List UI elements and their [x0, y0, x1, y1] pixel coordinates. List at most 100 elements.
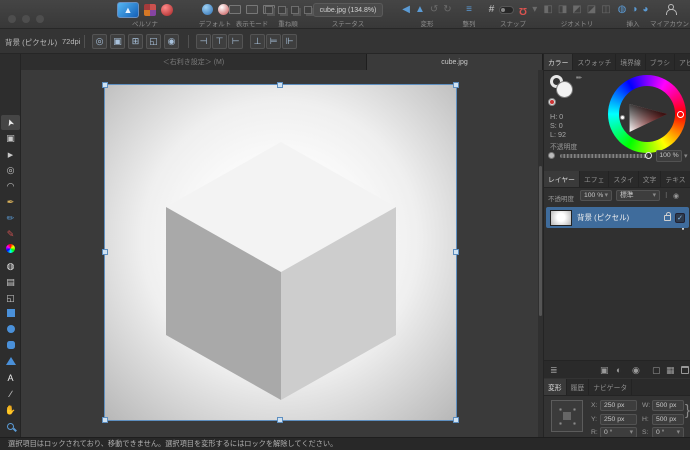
pen-tool[interactable]: ✒	[1, 195, 20, 210]
snap-options-chevron-icon[interactable]: ▾	[532, 4, 537, 16]
document-tab-secondary[interactable]: ＜右利き設定＞ (M)	[21, 54, 367, 70]
vertical-scrollbar-thumb[interactable]	[539, 166, 542, 316]
tab-color[interactable]: カラー	[544, 54, 574, 70]
my-account-icon[interactable]	[665, 4, 677, 15]
flip-horizontal-icon[interactable]: ◀	[402, 4, 410, 16]
rectangle-tool[interactable]	[1, 307, 20, 322]
saturation-triangle[interactable]	[619, 86, 675, 142]
opacity-stepper-icon[interactable]: ▾	[684, 152, 688, 160]
view-tool[interactable]: ✋	[1, 403, 20, 418]
new-layer-icon[interactable]: ▢	[652, 364, 661, 376]
geometry-divide-icon[interactable]: ◪	[587, 4, 596, 16]
tab-swatches[interactable]: スウォッチ	[573, 54, 617, 70]
show-bounds-button[interactable]: ▣	[110, 34, 125, 49]
tab-stroke[interactable]: 境界線	[616, 54, 646, 70]
magnet-icon[interactable]: Ω	[519, 5, 527, 16]
opacity-value-box[interactable]: 100 %	[656, 150, 682, 162]
geometry-intersect-icon[interactable]: ◩	[572, 4, 581, 16]
designer-persona-icon[interactable]: ▲	[117, 1, 139, 18]
transform-objects-separately-button[interactable]: ⊞	[128, 34, 143, 49]
selection-handle-ne[interactable]	[453, 82, 459, 88]
pencil-tool[interactable]: ✏	[1, 211, 20, 226]
tab-styles[interactable]: スタイ	[609, 171, 639, 187]
rounded-rectangle-tool[interactable]	[1, 339, 20, 354]
document-cube-image[interactable]	[102, 82, 459, 423]
link-dimensions-brace[interactable]: }	[685, 402, 690, 419]
insert-behind-icon[interactable]: ◑	[631, 4, 637, 16]
new-group-icon[interactable]: ▦	[666, 364, 675, 376]
corner-tool[interactable]: ◠	[1, 179, 20, 194]
tab-layers[interactable]: レイヤー	[544, 171, 580, 187]
node-tool[interactable]: ▶	[1, 147, 20, 162]
color-picker-tool[interactable]: ∕	[1, 387, 20, 402]
insert-on-top-icon[interactable]: ◕	[642, 4, 648, 16]
transparency-tool[interactable]: ◍	[1, 259, 20, 274]
adjustment-layer-icon[interactable]: ◐	[616, 364, 621, 376]
artistic-text-tool[interactable]: A	[1, 371, 20, 386]
rotate-cw-icon[interactable]: ↻	[443, 4, 451, 16]
hide-selection-button[interactable]: ◱	[146, 34, 161, 49]
layer-row-background[interactable]: 背景 (ピクセル) ✓	[546, 207, 689, 228]
artboard-tool[interactable]: ▣	[1, 131, 20, 146]
tab-appearance[interactable]: アピアランス	[675, 54, 690, 70]
saturation-selector[interactable]	[620, 115, 625, 120]
layer-lock-icon[interactable]	[664, 211, 671, 221]
view-mode-vector-icon[interactable]	[229, 5, 241, 14]
zoom-window-icon[interactable]	[36, 15, 44, 23]
selection-handle-w[interactable]	[102, 249, 108, 255]
tab-history[interactable]: 履歴	[567, 379, 590, 395]
insert-inside-icon[interactable]: ◍	[618, 4, 627, 16]
snap-toggle[interactable]	[499, 5, 515, 14]
selection-handle-nw[interactable]	[102, 82, 108, 88]
hue-selector[interactable]	[677, 111, 684, 118]
align-top-button[interactable]: ⊥	[250, 34, 265, 49]
ellipse-tool[interactable]	[1, 323, 20, 338]
point-transform-tool[interactable]: ◎	[1, 163, 20, 178]
mask-layer-icon[interactable]: ▣	[600, 364, 609, 376]
sync-defaults-icon[interactable]	[201, 4, 213, 15]
tab-navigator[interactable]: ナビゲータ	[589, 379, 633, 395]
move-tool[interactable]: ➤	[1, 115, 20, 130]
delete-layer-icon[interactable]	[681, 366, 689, 374]
fill-tool[interactable]	[1, 243, 20, 258]
alignment-icon[interactable]: ≡	[466, 4, 472, 16]
minimize-window-icon[interactable]	[22, 15, 30, 23]
selection-handle-se[interactable]	[453, 417, 459, 423]
canvas-viewport[interactable]	[21, 70, 543, 437]
vector-brush-tool[interactable]: ✎	[1, 227, 20, 242]
align-right-button[interactable]: ⊢	[228, 34, 243, 49]
selection-handle-n[interactable]	[277, 82, 283, 88]
selection-handle-sw[interactable]	[102, 417, 108, 423]
move-to-front-icon[interactable]	[264, 5, 273, 14]
hue-wheel[interactable]	[608, 75, 686, 153]
geometry-add-icon[interactable]: ◧	[543, 4, 552, 16]
window-controls[interactable]	[8, 10, 50, 28]
layer-thumbnail[interactable]	[550, 209, 572, 226]
geometry-subtract-icon[interactable]: ◨	[558, 4, 567, 16]
layer-effects-icon[interactable]: ◉	[632, 364, 640, 376]
y-field[interactable]: 250 px	[600, 414, 637, 425]
align-bottom-button[interactable]: ⊩	[282, 34, 297, 49]
align-center-h-button[interactable]: ⊤	[212, 34, 227, 49]
snap-grid-icon[interactable]: #	[489, 4, 495, 16]
align-middle-v-button[interactable]: ⊨	[266, 34, 281, 49]
document-tab-cube[interactable]: cube.jpg	[367, 54, 543, 70]
flip-vertical-icon[interactable]: ▲	[415, 4, 425, 16]
opacity-slider-knob[interactable]	[645, 152, 652, 159]
selection-handle-e[interactable]	[453, 249, 459, 255]
tab-text-styles[interactable]: テキス	[661, 171, 690, 187]
edit-all-layers-icon[interactable]: ◉	[673, 192, 679, 200]
move-forward-icon[interactable]	[277, 5, 286, 14]
geometry-combine-icon[interactable]: ◫	[601, 4, 610, 16]
shape-tool[interactable]	[1, 355, 20, 370]
pixel-persona-icon[interactable]	[144, 3, 156, 16]
move-backward-icon[interactable]	[290, 5, 299, 14]
layers-opacity-dropdown[interactable]: 100 % ▾	[580, 190, 612, 201]
selection-handle-s[interactable]	[277, 417, 283, 423]
export-persona-icon[interactable]	[161, 3, 173, 16]
tab-brushes[interactable]: ブラシ	[646, 54, 676, 70]
edit-color-pencil-icon[interactable]: ✏	[576, 74, 582, 82]
more-options-icon[interactable]: ⁝	[665, 191, 668, 200]
tab-character[interactable]: 文字	[639, 171, 662, 187]
view-mode-pixel-icon[interactable]	[246, 5, 258, 14]
